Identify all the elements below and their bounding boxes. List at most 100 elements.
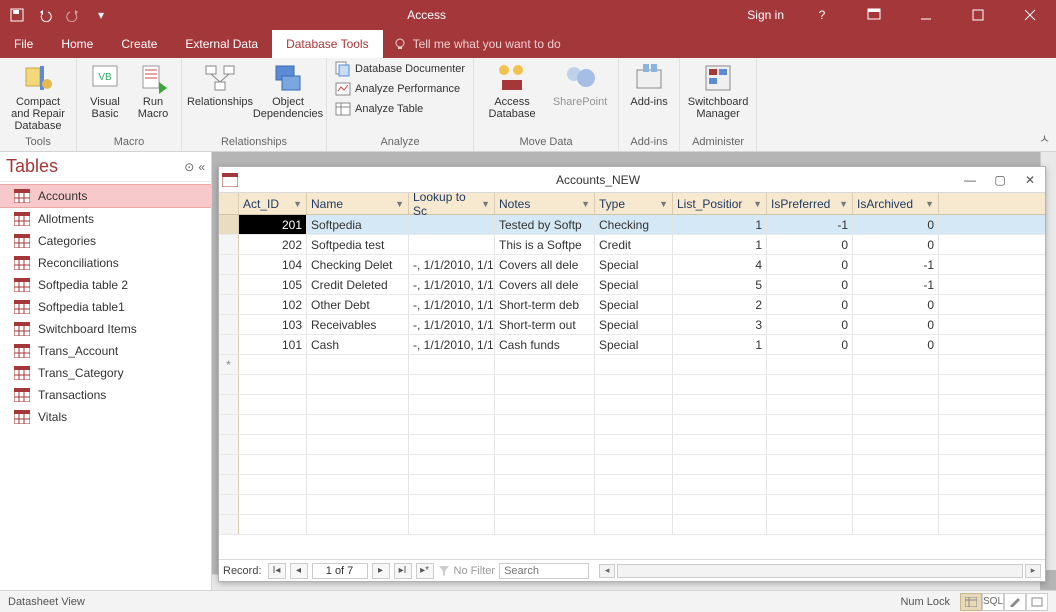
filter-indicator[interactable]: No Filter	[438, 565, 496, 577]
row-selector[interactable]	[219, 295, 239, 314]
window-restore-icon[interactable]: ▢	[985, 173, 1015, 187]
cell-notes[interactable]: Tested by Softp	[495, 215, 595, 234]
new-record-button[interactable]: ▸*	[416, 563, 434, 579]
sidebar-item-categories[interactable]: Categories	[0, 230, 211, 252]
cell-lookup[interactable]	[409, 215, 495, 234]
cell-list-position[interactable]: 5	[673, 275, 767, 294]
first-record-button[interactable]: I◂	[268, 563, 286, 579]
cell-act-id[interactable]: 103	[239, 315, 307, 334]
cell-act-id[interactable]: 101	[239, 335, 307, 354]
cell-lookup[interactable]: -, 1/1/2010, 1/1	[409, 255, 495, 274]
cell-is-preferred[interactable]: 0	[767, 255, 853, 274]
table-row[interactable]: 202Softpedia testThis is a SoftpeCredit1…	[219, 235, 1045, 255]
row-selector[interactable]	[219, 275, 239, 294]
cell-is-archived[interactable]: -1	[853, 255, 939, 274]
window-close-icon[interactable]: ✕	[1015, 173, 1045, 187]
tab-database-tools[interactable]: Database Tools	[272, 30, 383, 58]
visual-basic-button[interactable]: VB Visual Basic	[83, 60, 127, 120]
hscroll-track[interactable]	[617, 564, 1023, 578]
cell-is-archived[interactable]: 0	[853, 215, 939, 234]
tell-me-search[interactable]: Tell me what you want to do	[383, 30, 571, 58]
prev-record-button[interactable]: ◂	[290, 563, 308, 579]
column-header[interactable]: Act_ID▼	[239, 193, 307, 214]
redo-icon[interactable]	[60, 2, 86, 28]
access-database-button[interactable]: Access Database	[480, 60, 544, 120]
row-selector[interactable]	[219, 255, 239, 274]
cell-notes[interactable]: Short-term out	[495, 315, 595, 334]
record-position[interactable]: 1 of 7	[312, 563, 368, 579]
qat-customize-icon[interactable]: ▾	[88, 2, 114, 28]
tab-create[interactable]: Create	[107, 30, 171, 58]
row-selector[interactable]	[219, 215, 239, 234]
sidebar-item-accounts[interactable]: Accounts	[0, 184, 211, 208]
close-icon[interactable]	[1008, 0, 1052, 30]
cell-lookup[interactable]: -, 1/1/2010, 1/1	[409, 315, 495, 334]
column-header[interactable]: Name▼	[307, 193, 409, 214]
layout-view-button[interactable]	[1026, 593, 1048, 611]
ribbon-display-icon[interactable]	[852, 0, 896, 30]
cell-is-preferred[interactable]: 0	[767, 295, 853, 314]
cell-notes[interactable]: Covers all dele	[495, 255, 595, 274]
cell-list-position[interactable]: 4	[673, 255, 767, 274]
cell-name[interactable]: Receivables	[307, 315, 409, 334]
sidebar-item-vitals[interactable]: Vitals	[0, 406, 211, 428]
cell-list-position[interactable]: 1	[673, 215, 767, 234]
sql-view-button[interactable]: SQL	[982, 593, 1004, 611]
cell-lookup[interactable]	[409, 235, 495, 254]
cell-notes[interactable]: This is a Softpe	[495, 235, 595, 254]
cell-type[interactable]: Special	[595, 315, 673, 334]
sign-in-link[interactable]: Sign in	[739, 8, 792, 22]
cell-lookup[interactable]: -, 1/1/2010, 1/1	[409, 275, 495, 294]
table-row[interactable]: 103Receivables-, 1/1/2010, 1/1Short-term…	[219, 315, 1045, 335]
tab-file[interactable]: File	[0, 30, 47, 58]
nav-filter-icon[interactable]: ⊙	[184, 160, 194, 174]
column-header[interactable]: Lookup to Sc▼	[409, 193, 495, 214]
cell-act-id[interactable]: 105	[239, 275, 307, 294]
cell-is-archived[interactable]: 0	[853, 235, 939, 254]
cell-is-archived[interactable]: 0	[853, 335, 939, 354]
cell-is-archived[interactable]: 0	[853, 295, 939, 314]
collapse-ribbon-icon[interactable]: ㅅ	[1039, 130, 1050, 147]
cell-type[interactable]: Special	[595, 275, 673, 294]
cell-is-preferred[interactable]: 0	[767, 315, 853, 334]
column-header[interactable]: List_Positior▼	[673, 193, 767, 214]
addins-button[interactable]: Add-ins	[625, 60, 673, 108]
cell-act-id[interactable]: 201	[239, 215, 307, 234]
cell-is-preferred[interactable]: 0	[767, 235, 853, 254]
sharepoint-button[interactable]: SharePoint	[548, 60, 612, 120]
cell-notes[interactable]: Short-term deb	[495, 295, 595, 314]
table-row[interactable]: 102Other Debt-, 1/1/2010, 1/1Short-term …	[219, 295, 1045, 315]
sidebar-item-softpedia-table-2[interactable]: Softpedia table 2	[0, 274, 211, 296]
maximize-icon[interactable]	[956, 0, 1000, 30]
database-documenter-button[interactable]: Database Documenter	[333, 60, 467, 78]
cell-type[interactable]: Special	[595, 335, 673, 354]
column-header[interactable]: Notes▼	[495, 193, 595, 214]
cell-is-archived[interactable]: -1	[853, 275, 939, 294]
cell-act-id[interactable]: 202	[239, 235, 307, 254]
hscroll-right-button[interactable]: ▸	[1025, 564, 1041, 578]
run-macro-button[interactable]: Run Macro	[131, 60, 175, 120]
cell-list-position[interactable]: 3	[673, 315, 767, 334]
save-icon[interactable]	[4, 2, 30, 28]
cell-name[interactable]: Cash	[307, 335, 409, 354]
cell-lookup[interactable]: -, 1/1/2010, 1/1	[409, 295, 495, 314]
analyze-table-button[interactable]: Analyze Table	[333, 100, 467, 118]
column-header[interactable]: IsPreferred▼	[767, 193, 853, 214]
compact-repair-button[interactable]: Compact and Repair Database	[6, 60, 70, 132]
window-minimize-icon[interactable]: —	[955, 173, 985, 187]
undo-icon[interactable]	[32, 2, 58, 28]
cell-notes[interactable]: Covers all dele	[495, 275, 595, 294]
cell-act-id[interactable]: 102	[239, 295, 307, 314]
table-row[interactable]: 101Cash-, 1/1/2010, 1/1Cash fundsSpecial…	[219, 335, 1045, 355]
sidebar-item-transactions[interactable]: Transactions	[0, 384, 211, 406]
table-row[interactable]: 105Credit Deleted-, 1/1/2010, 1/1Covers …	[219, 275, 1045, 295]
row-selector[interactable]: *	[219, 355, 239, 374]
cell-is-preferred[interactable]: -1	[767, 215, 853, 234]
row-selector[interactable]	[219, 335, 239, 354]
next-record-button[interactable]: ▸	[372, 563, 390, 579]
cell-type[interactable]: Credit	[595, 235, 673, 254]
cell-type[interactable]: Special	[595, 255, 673, 274]
cell-name[interactable]: Credit Deleted	[307, 275, 409, 294]
record-search-input[interactable]	[499, 563, 589, 579]
cell-list-position[interactable]: 2	[673, 295, 767, 314]
